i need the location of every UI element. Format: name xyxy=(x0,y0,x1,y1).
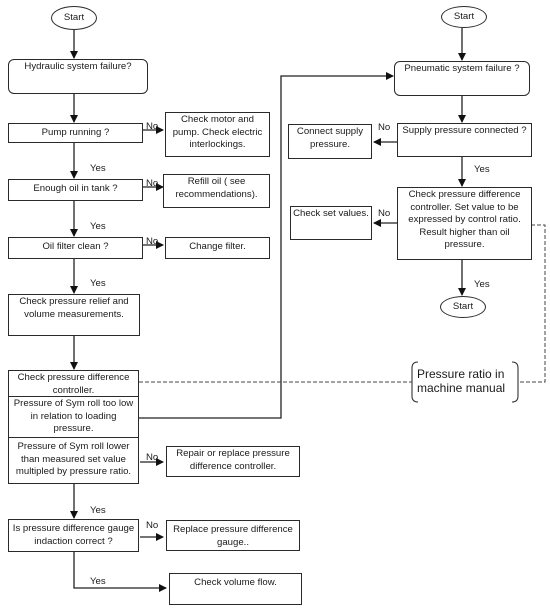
label-yes-filter: Yes xyxy=(90,278,106,289)
check-motor-box: Check motor and pump. Check electric int… xyxy=(165,112,270,157)
pneumatic-failure-box: Pneumatic system failure ? xyxy=(394,61,530,96)
label-no-filter: No xyxy=(146,236,159,247)
label-no-symlower: No xyxy=(146,452,159,463)
replace-gauge-box: Replace pressure difference gauge.. xyxy=(166,520,300,551)
label-yes-oil: Yes xyxy=(90,221,106,232)
label-no-supply: No xyxy=(378,122,391,133)
label-yes-pump: Yes xyxy=(90,163,106,174)
label-yes-symlower: Yes xyxy=(90,505,106,516)
repair-pdc-box: Repair or replace pressure difference co… xyxy=(166,446,300,477)
arrow-gauge-flow xyxy=(73,551,167,592)
end-start-oval: Start xyxy=(440,296,486,318)
pressure-ratio-note: Pressure ratio in machine manual xyxy=(417,367,506,395)
refill-oil-box: Refill oil ( see recommendations). xyxy=(163,174,270,208)
label-no-pump: No xyxy=(146,121,159,132)
supply-pressure-box: Supply pressure connected ? xyxy=(397,123,532,157)
check-volume-flow-box: Check volume flow. xyxy=(169,573,302,605)
start-oval-right: Start xyxy=(441,6,487,28)
label-no-pdc: No xyxy=(378,208,391,219)
label-yes-gauge: Yes xyxy=(90,576,106,587)
hydraulic-failure-box: Hydraulic system failure? xyxy=(8,59,148,94)
label-no-oil: No xyxy=(146,178,159,189)
check-set-values-box: Check set values. xyxy=(290,206,372,240)
check-pdc-right-box: Check pressure difference controller. Se… xyxy=(397,187,532,260)
sym-roll-low-box: Pressure of Sym roll too low in relation… xyxy=(8,396,139,438)
label-yes-supply: Yes xyxy=(474,164,490,175)
start-oval-left: Start xyxy=(51,6,97,30)
pump-running-box: Pump running ? xyxy=(8,123,143,143)
enough-oil-box: Enough oil in tank ? xyxy=(8,179,143,201)
connect-supply-box: Connect supply pressure. xyxy=(288,124,372,159)
sym-roll-lower-box: Pressure of Sym roll lower than measured… xyxy=(8,437,139,484)
check-pdc-box: Check pressure difference controller. xyxy=(8,370,139,397)
label-yes-pdc: Yes xyxy=(474,279,490,290)
gauge-indication-box: Is pressure difference gauge indaction c… xyxy=(8,519,139,552)
pressure-relief-box: Check pressure relief and volume measure… xyxy=(8,294,140,336)
oil-filter-box: Oil filter clean ? xyxy=(8,237,143,259)
change-filter-box: Change filter. xyxy=(165,237,270,259)
label-no-gauge: No xyxy=(146,520,159,531)
